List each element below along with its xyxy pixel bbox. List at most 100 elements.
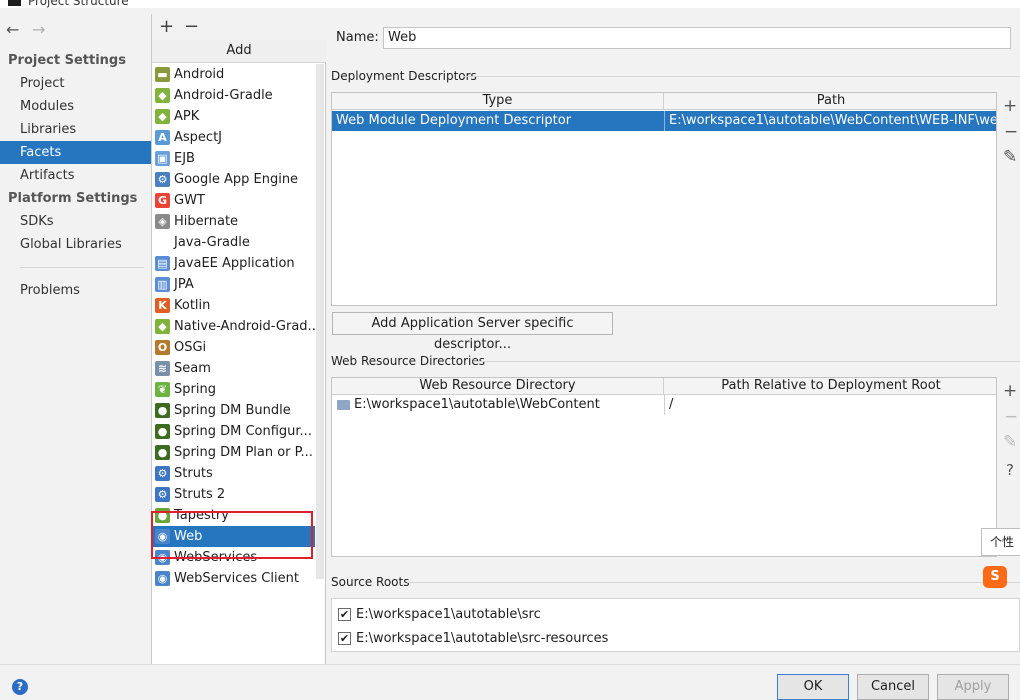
- remove-descriptor-icon[interactable]: −: [1004, 123, 1018, 141]
- ime-tooltip: 个性: [981, 528, 1020, 556]
- facet-type-item[interactable]: Java-Gradle: [152, 232, 315, 253]
- section-divider: [473, 361, 1020, 362]
- column-header-path[interactable]: Path: [664, 93, 996, 110]
- gear-icon: ⚙: [155, 487, 170, 502]
- facet-type-item[interactable]: ● Spring DM Plan or P...: [152, 442, 315, 463]
- facet-type-item[interactable]: ◆ Native-Android-Grad...: [152, 316, 315, 337]
- facet-type-label: Hibernate: [174, 214, 239, 229]
- apply-button[interactable]: Apply: [937, 674, 1009, 700]
- section-divider: [463, 76, 1020, 77]
- facet-type-label: JPA: [174, 277, 194, 292]
- folder-icon: ▬: [155, 67, 170, 82]
- facet-type-item[interactable]: ▥ JPA: [152, 274, 315, 295]
- jpa-icon: ▥: [155, 277, 170, 292]
- cancel-button[interactable]: Cancel: [857, 674, 929, 700]
- facet-type-item[interactable]: ❦ Spring: [152, 379, 315, 400]
- nav-item-facets[interactable]: Facets: [0, 141, 151, 164]
- edit-resource-icon[interactable]: ✎: [1003, 433, 1017, 451]
- facet-type-item[interactable]: A AspectJ: [152, 127, 315, 148]
- back-arrow-icon[interactable]: ←: [6, 20, 19, 39]
- facet-type-item[interactable]: ⚙ Struts: [152, 463, 315, 484]
- facet-type-label: Spring DM Plan or P...: [174, 445, 313, 460]
- ime-logo-icon[interactable]: S: [983, 566, 1007, 588]
- add-icon[interactable]: +: [159, 16, 174, 38]
- facet-type-item[interactable]: ⚙ Google App Engine: [152, 169, 315, 190]
- gear-icon: ⚙: [155, 466, 170, 481]
- javaee-icon: ▤: [155, 256, 170, 271]
- spring-dm-icon: ●: [155, 445, 170, 460]
- facet-type-label: EJB: [174, 151, 195, 166]
- add-server-descriptor-button[interactable]: Add Application Server specific descript…: [332, 312, 613, 352]
- facet-type-label: Java-Gradle: [174, 235, 250, 250]
- spring-dm-icon: ●: [155, 424, 170, 439]
- kotlin-icon: K: [155, 298, 170, 313]
- facet-type-label: APK: [174, 109, 200, 124]
- facet-type-item[interactable]: ◉ WebServices Client: [152, 568, 315, 589]
- nav-item-libraries[interactable]: Libraries: [0, 118, 151, 141]
- facet-type-item[interactable]: ▬ Android: [152, 64, 315, 85]
- nav-item-project[interactable]: Project: [0, 72, 151, 95]
- facet-type-item[interactable]: ◈ Hibernate: [152, 211, 315, 232]
- facet-type-label: Native-Android-Grad...: [174, 319, 315, 334]
- facet-type-label: OSGi: [174, 340, 207, 355]
- name-label: Name:: [336, 30, 379, 45]
- table-row[interactable]: Web Module Deployment Descriptor E:\work…: [332, 111, 996, 131]
- column-header-relative-path[interactable]: Path Relative to Deployment Root: [664, 378, 996, 395]
- nav-item-artifacts[interactable]: Artifacts: [0, 164, 151, 187]
- web-resource-directories-title: Web Resource Directories: [331, 354, 485, 368]
- checkbox[interactable]: ✔: [338, 608, 351, 621]
- facet-type-item[interactable]: G GWT: [152, 190, 315, 211]
- table-row[interactable]: E:\workspace1\autotable\WebContent /: [332, 395, 996, 415]
- spring-icon: ❦: [155, 382, 170, 397]
- facet-type-item[interactable]: ● Spring DM Configur...: [152, 421, 315, 442]
- descriptor-path: E:\workspace1\autotable\WebContent\WEB-I…: [664, 111, 996, 131]
- android-icon: ◆: [155, 319, 170, 334]
- facet-type-label: GWT: [174, 193, 205, 208]
- android-icon: ◆: [155, 88, 170, 103]
- facet-type-item[interactable]: K Kotlin: [152, 295, 315, 316]
- app-icon: [8, 0, 21, 6]
- source-roots-title: Source Roots: [331, 575, 410, 589]
- nav-item-problems[interactable]: Problems: [0, 279, 151, 302]
- forward-arrow-icon[interactable]: →: [32, 20, 45, 39]
- facet-type-label: Struts 2: [174, 487, 226, 502]
- nav-divider: [20, 267, 144, 268]
- edit-descriptor-icon[interactable]: ✎: [1003, 148, 1017, 166]
- nav-item-sdks[interactable]: SDKs: [0, 210, 151, 233]
- checkbox[interactable]: ✔: [338, 632, 351, 645]
- remove-resource-icon[interactable]: −: [1004, 408, 1018, 426]
- add-facet-header: Add: [152, 40, 326, 63]
- facet-type-item[interactable]: ● Spring DM Bundle: [152, 400, 315, 421]
- column-header-resource-dir[interactable]: Web Resource Directory: [332, 378, 664, 395]
- facet-name-field[interactable]: Web: [383, 27, 1011, 49]
- help-icon[interactable]: ?: [12, 679, 28, 695]
- deployment-descriptors-table: Type Path Web Module Deployment Descript…: [331, 92, 997, 306]
- gwt-icon: G: [155, 193, 170, 208]
- add-resource-icon[interactable]: +: [1003, 382, 1017, 400]
- facet-type-item[interactable]: ≋ Seam: [152, 358, 315, 379]
- deployment-descriptors-title: Deployment Descriptors: [331, 69, 477, 83]
- facet-type-item[interactable]: ◆ Android-Gradle: [152, 85, 315, 106]
- facet-type-item[interactable]: ▣ EJB: [152, 148, 315, 169]
- facet-list-scrollbar[interactable]: [316, 64, 324, 579]
- help-resource-icon[interactable]: ?: [1006, 461, 1014, 479]
- platform-settings-heading: Platform Settings: [8, 191, 138, 206]
- column-header-type[interactable]: Type: [332, 93, 664, 110]
- facet-type-label: Seam: [174, 361, 211, 376]
- facet-type-label: JavaEE Application: [174, 256, 295, 271]
- nav-item-global-libraries[interactable]: Global Libraries: [0, 233, 151, 256]
- settings-nav: ← → Project Settings Project Modules Lib…: [0, 14, 151, 664]
- remove-icon[interactable]: −: [184, 16, 199, 38]
- source-roots-list: ✔ E:\workspace1\autotable\src ✔ E:\works…: [331, 598, 1020, 652]
- aspectj-icon: A: [155, 130, 170, 145]
- facet-type-label: AspectJ: [174, 130, 222, 145]
- facet-type-item[interactable]: ⚙ Struts 2: [152, 484, 315, 505]
- add-descriptor-icon[interactable]: +: [1003, 97, 1017, 115]
- facet-type-item[interactable]: O OSGi: [152, 337, 315, 358]
- facet-type-label: Android-Gradle: [174, 88, 273, 103]
- ok-button[interactable]: OK: [777, 674, 849, 700]
- nav-item-modules[interactable]: Modules: [0, 95, 151, 118]
- facet-type-item[interactable]: ◆ APK: [152, 106, 315, 127]
- facet-type-label: WebServices Client: [174, 571, 299, 586]
- facet-type-item[interactable]: ▤ JavaEE Application: [152, 253, 315, 274]
